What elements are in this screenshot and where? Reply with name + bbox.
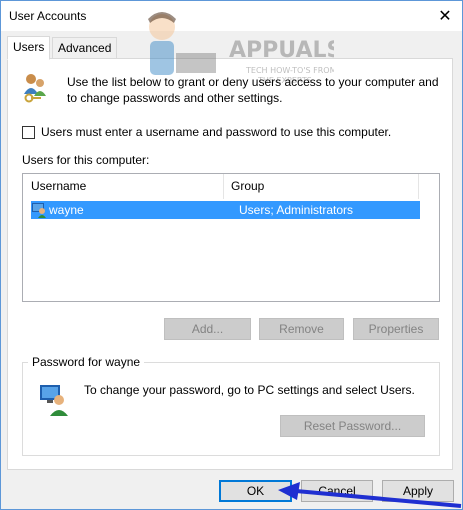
watermark-brand: APPUALS [229, 38, 334, 63]
remove-button[interactable]: Remove [259, 318, 344, 340]
users-list-label: Users for this computer: [22, 153, 150, 167]
column-header-group[interactable]: Group [223, 174, 418, 199]
intro-text: Use the list below to grant or deny user… [67, 75, 439, 105]
add-button[interactable]: Add... [164, 318, 251, 340]
column-separator[interactable] [418, 174, 419, 199]
must-login-checkbox[interactable] [22, 125, 35, 139]
users-keys-icon [24, 74, 46, 103]
table-row[interactable]: wayne Users; Administrators [31, 201, 420, 219]
close-button[interactable]: ✕ [428, 1, 462, 31]
must-login-row[interactable]: Users must enter a username and password… [22, 125, 391, 139]
user-icon [32, 203, 46, 218]
window-title: User Accounts [9, 9, 87, 23]
reset-password-button[interactable]: Reset Password... [280, 415, 425, 437]
row-username: wayne [49, 203, 84, 217]
properties-button[interactable]: Properties [353, 318, 439, 340]
users-listview[interactable]: Username Group wayne Users; Administrato… [22, 173, 440, 302]
tab-advanced[interactable]: Advanced [52, 37, 118, 59]
row-group: Users; Administrators [239, 203, 354, 217]
column-header-username[interactable]: Username [23, 174, 223, 199]
user-password-icon [40, 385, 68, 416]
tab-users[interactable]: Users [7, 36, 51, 60]
password-help-text: To change your password, go to PC settin… [84, 383, 415, 397]
password-groupbox [22, 362, 440, 456]
pointer-arrow-icon [278, 482, 462, 508]
password-group-title: Password for wayne [28, 355, 145, 369]
must-login-label: Users must enter a username and password… [41, 125, 392, 139]
